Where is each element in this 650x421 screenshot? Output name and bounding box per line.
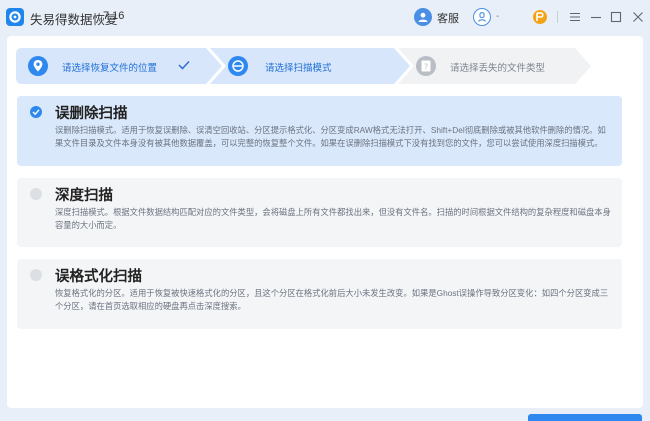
- user-icon: [473, 8, 491, 26]
- scan-mode-title: 深度扫描: [55, 188, 113, 204]
- maximize-icon[interactable]: [608, 9, 624, 25]
- minimize-icon[interactable]: [588, 9, 604, 25]
- scan-mode-deleted[interactable]: 误删除扫描 误删除扫描模式。适用于恢复误删除、误清空回收站、分区提示格式化、分区…: [17, 96, 622, 166]
- scan-icon: [228, 56, 248, 76]
- wizard-steps: 请选择恢复文件的位置 请选择扫描模式 ? 请选择丢失的文件类型: [16, 48, 591, 84]
- close-icon[interactable]: [630, 9, 646, 25]
- title-bar: 失易得数据恢复 7.16 客服 -: [0, 0, 650, 34]
- svg-text:?: ?: [424, 63, 428, 72]
- question-icon: ?: [416, 56, 436, 76]
- menu-icon[interactable]: [567, 9, 583, 25]
- main-panel: 请选择恢复文件的位置 请选择扫描模式 ? 请选择丢失的文件类型 误删除扫描 误删…: [7, 36, 643, 408]
- customer-service-button[interactable]: 客服: [414, 8, 460, 26]
- checkmark-icon: [178, 60, 190, 70]
- step-location-label: 请选择恢复文件的位置: [62, 63, 158, 74]
- scan-mode-title: 误格式化扫描: [55, 269, 142, 285]
- scan-mode-title: 误删除扫描: [55, 106, 128, 122]
- radio-icon[interactable]: [30, 269, 42, 281]
- user-name: -: [496, 11, 500, 22]
- scan-mode-description: 深度扫描模式。根据文件数据结构匹配对应的文件类型，会将磁盘上所有文件都找出来，但…: [55, 207, 611, 230]
- premium-icon[interactable]: [533, 10, 547, 24]
- app-logo-icon: [6, 8, 24, 26]
- title-divider: [557, 11, 558, 23]
- user-account-button[interactable]: -: [473, 8, 505, 26]
- next-button[interactable]: [528, 414, 642, 421]
- customer-service-label: 客服: [437, 13, 459, 25]
- selected-radio-icon[interactable]: [30, 106, 42, 118]
- location-pin-icon: [28, 56, 48, 76]
- scan-mode-format[interactable]: 误格式化扫描 恢复格式化的分区。适用于恢复被快速格式化的分区，且这个分区在格式化…: [17, 259, 622, 329]
- scan-mode-deep[interactable]: 深度扫描 深度扫描模式。根据文件数据结构匹配对应的文件类型，会将磁盘上所有文件都…: [17, 178, 622, 247]
- radio-icon[interactable]: [30, 188, 42, 200]
- headset-icon: [414, 8, 432, 26]
- scan-mode-description: 误删除扫描模式。适用于恢复误删除、误清空回收站、分区提示格式化、分区变成RAW格…: [55, 125, 606, 148]
- app-version: 7.16: [103, 10, 125, 22]
- step-file-type-label: 请选择丢失的文件类型: [450, 63, 546, 74]
- scan-mode-description: 恢复格式化的分区。适用于恢复被快速格式化的分区，且这个分区在格式化前后大小未发生…: [55, 288, 609, 311]
- step-scan-mode-label: 请选择扫描模式: [265, 63, 332, 74]
